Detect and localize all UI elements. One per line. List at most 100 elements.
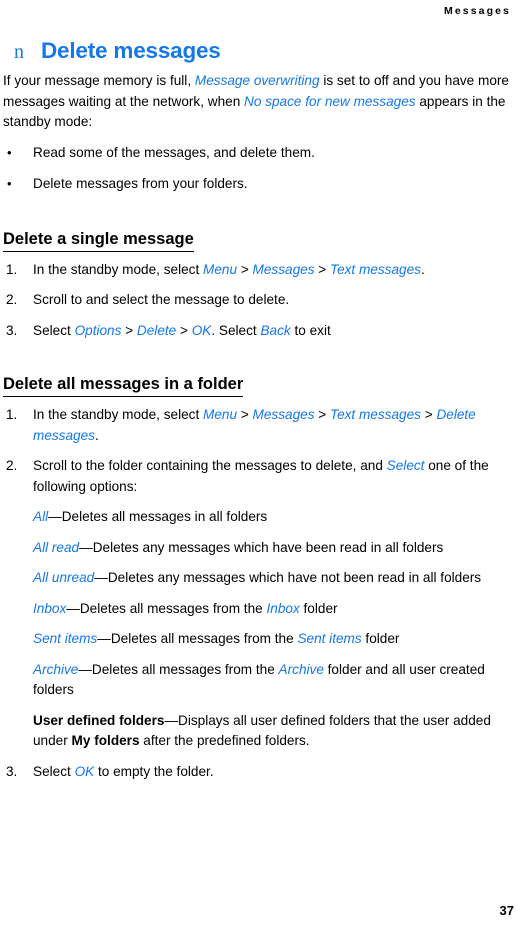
step-term-messages: Messages bbox=[252, 261, 315, 277]
bullet-icon: • bbox=[7, 144, 12, 160]
definition-item-all-read: All read—Deletes any messages which have… bbox=[3, 538, 514, 559]
chapter-bullet-icon: n bbox=[14, 41, 24, 63]
definition-dash: — bbox=[164, 712, 179, 728]
step-sep: > bbox=[314, 407, 331, 422]
definition-item-inbox: Inbox—Deletes all messages from the Inbo… bbox=[3, 599, 514, 620]
page-number: 37 bbox=[499, 903, 514, 918]
step-term-ok: OK bbox=[191, 322, 212, 338]
step-text: In the standby mode, select bbox=[33, 261, 204, 277]
definition-dash: — bbox=[78, 661, 92, 677]
step-item: 2. Scroll to the folder containing the me… bbox=[3, 456, 514, 497]
section-heading-delete-all: Delete all messages in a folder bbox=[3, 373, 244, 397]
definition-term: Archive bbox=[33, 661, 79, 677]
step-term-text-messages: Text messages bbox=[330, 261, 421, 277]
intro-paragraph: If your message memory is full, Message … bbox=[3, 71, 514, 133]
definition-desc: Deletes all messages in all folders bbox=[61, 509, 268, 524]
intro-text-part1: If your message memory is full, bbox=[3, 73, 195, 88]
definition-dash: — bbox=[48, 509, 62, 524]
step-sep: > bbox=[176, 322, 192, 338]
step-term-back: Back bbox=[260, 322, 291, 338]
definition-desc-term: My folders bbox=[71, 733, 140, 748]
step-text: In the standby mode, select bbox=[33, 407, 204, 422]
definition-desc-b: folder bbox=[299, 600, 338, 616]
step-term-options: Options bbox=[74, 322, 122, 338]
step-term-delete: Delete bbox=[136, 322, 177, 338]
definition-item-archive: Archive—Deletes all messages from the Ar… bbox=[3, 660, 514, 701]
steps-delete-all: 1. In the standby mode, select Menu > Mes… bbox=[3, 405, 514, 497]
list-item-label: Read some of the messages, and delete th… bbox=[33, 144, 315, 160]
document-page: Messages n Delete messages If your messa… bbox=[0, 0, 518, 925]
definition-term: All bbox=[33, 509, 49, 524]
definition-desc-b: folder bbox=[361, 631, 400, 646]
step-tail: . Select bbox=[211, 322, 261, 338]
chapter-title: n Delete messages bbox=[3, 38, 514, 65]
definition-item-all-unread: All unread—Deletes any messages which ha… bbox=[3, 568, 514, 589]
list-item: • Read some of the messages, and delete … bbox=[3, 143, 514, 164]
step-term-messages: Messages bbox=[252, 407, 315, 422]
definition-desc-term: Sent items bbox=[297, 631, 362, 646]
step-tail2: to exit bbox=[290, 322, 331, 338]
step-number: 3. bbox=[6, 322, 18, 338]
step-text: Scroll to and select the message to dele… bbox=[33, 292, 290, 307]
step-term-menu: Menu bbox=[203, 261, 238, 277]
step-number: 1. bbox=[6, 407, 18, 422]
step-number: 1. bbox=[6, 261, 18, 277]
definition-item-all: All—Deletes all messages in all folders bbox=[3, 507, 514, 528]
list-item-label: Delete messages from your folders. bbox=[33, 176, 248, 191]
definition-term: All unread bbox=[33, 570, 95, 585]
definition-desc-b: after the predefined folders. bbox=[139, 733, 310, 748]
definition-term: All read bbox=[33, 539, 80, 555]
definition-dash: — bbox=[94, 570, 108, 585]
intro-term-message-overwriting: Message overwriting bbox=[194, 73, 320, 88]
step-term-ok: OK bbox=[74, 763, 95, 779]
list-item: • Delete messages from your folders. bbox=[3, 174, 514, 195]
step-tail: . bbox=[420, 261, 425, 277]
definition-term: Sent items bbox=[33, 631, 98, 646]
intro-term-no-space: No space for new messages bbox=[244, 93, 416, 109]
step-item: 1. In the standby mode, select Menu > Mes… bbox=[3, 405, 514, 446]
step-tail: . bbox=[94, 427, 99, 443]
definition-desc-term: Inbox bbox=[266, 600, 300, 616]
step-term-menu: Menu bbox=[203, 407, 238, 422]
definition-term: User defined folders bbox=[33, 712, 165, 728]
steps-delete-all-final: 3. Select OK to empty the folder. bbox=[3, 762, 514, 783]
step-sep: > bbox=[420, 407, 437, 422]
step-sep: > bbox=[121, 322, 137, 338]
definition-item-user-defined-folders: User defined folders—Displays all user d… bbox=[3, 711, 514, 752]
definition-desc-a: Deletes all messages from the bbox=[91, 661, 279, 677]
step-item: 1. In the standby mode, select Menu > Mes… bbox=[3, 260, 514, 281]
step-text: Scroll to the folder containing the mess… bbox=[33, 458, 387, 473]
step-item: 3. Select Options > Delete > OK. Select B… bbox=[3, 321, 514, 342]
section-heading-delete-single: Delete a single message bbox=[3, 228, 194, 252]
definition-dash: — bbox=[97, 631, 111, 646]
running-header: Messages bbox=[444, 5, 511, 17]
definition-dash: — bbox=[79, 539, 93, 555]
step-number: 2. bbox=[6, 292, 18, 307]
definition-desc-term: Archive bbox=[278, 661, 324, 677]
definition-desc-a: Deletes all messages from the bbox=[110, 631, 298, 646]
step-number: 2. bbox=[6, 458, 18, 473]
definition-desc: Deletes any messages which have been rea… bbox=[92, 539, 444, 555]
steps-delete-single: 1. In the standby mode, select Menu > Mes… bbox=[3, 260, 514, 342]
definition-desc: Deletes any messages which have not been… bbox=[107, 570, 482, 585]
step-item: 2. Scroll to and select the message to de… bbox=[3, 290, 514, 311]
step-sep: > bbox=[237, 407, 253, 422]
step-term-text-messages: Text messages bbox=[330, 407, 421, 422]
step-text: Select bbox=[33, 763, 75, 779]
step-term-select: Select bbox=[386, 458, 425, 473]
step-sep: > bbox=[314, 261, 331, 277]
step-sep: > bbox=[237, 261, 253, 277]
bullet-icon: • bbox=[7, 176, 12, 191]
section-delete-all: Delete all messages in a folder bbox=[3, 351, 514, 405]
step-text: Select bbox=[33, 322, 75, 338]
step-number: 3. bbox=[6, 763, 18, 779]
definition-desc-a: Deletes all messages from the bbox=[79, 600, 267, 616]
intro-bullet-list: • Read some of the messages, and delete … bbox=[3, 143, 514, 195]
folder-option-definitions: All—Deletes all messages in all folders … bbox=[3, 507, 514, 752]
step-item: 3. Select OK to empty the folder. bbox=[3, 762, 514, 783]
page-title: Delete messages bbox=[41, 38, 221, 63]
definition-term: Inbox bbox=[33, 600, 67, 616]
section-delete-single: Delete a single message bbox=[3, 206, 514, 260]
definition-dash: — bbox=[66, 600, 80, 616]
step-tail: to empty the folder. bbox=[94, 763, 214, 779]
